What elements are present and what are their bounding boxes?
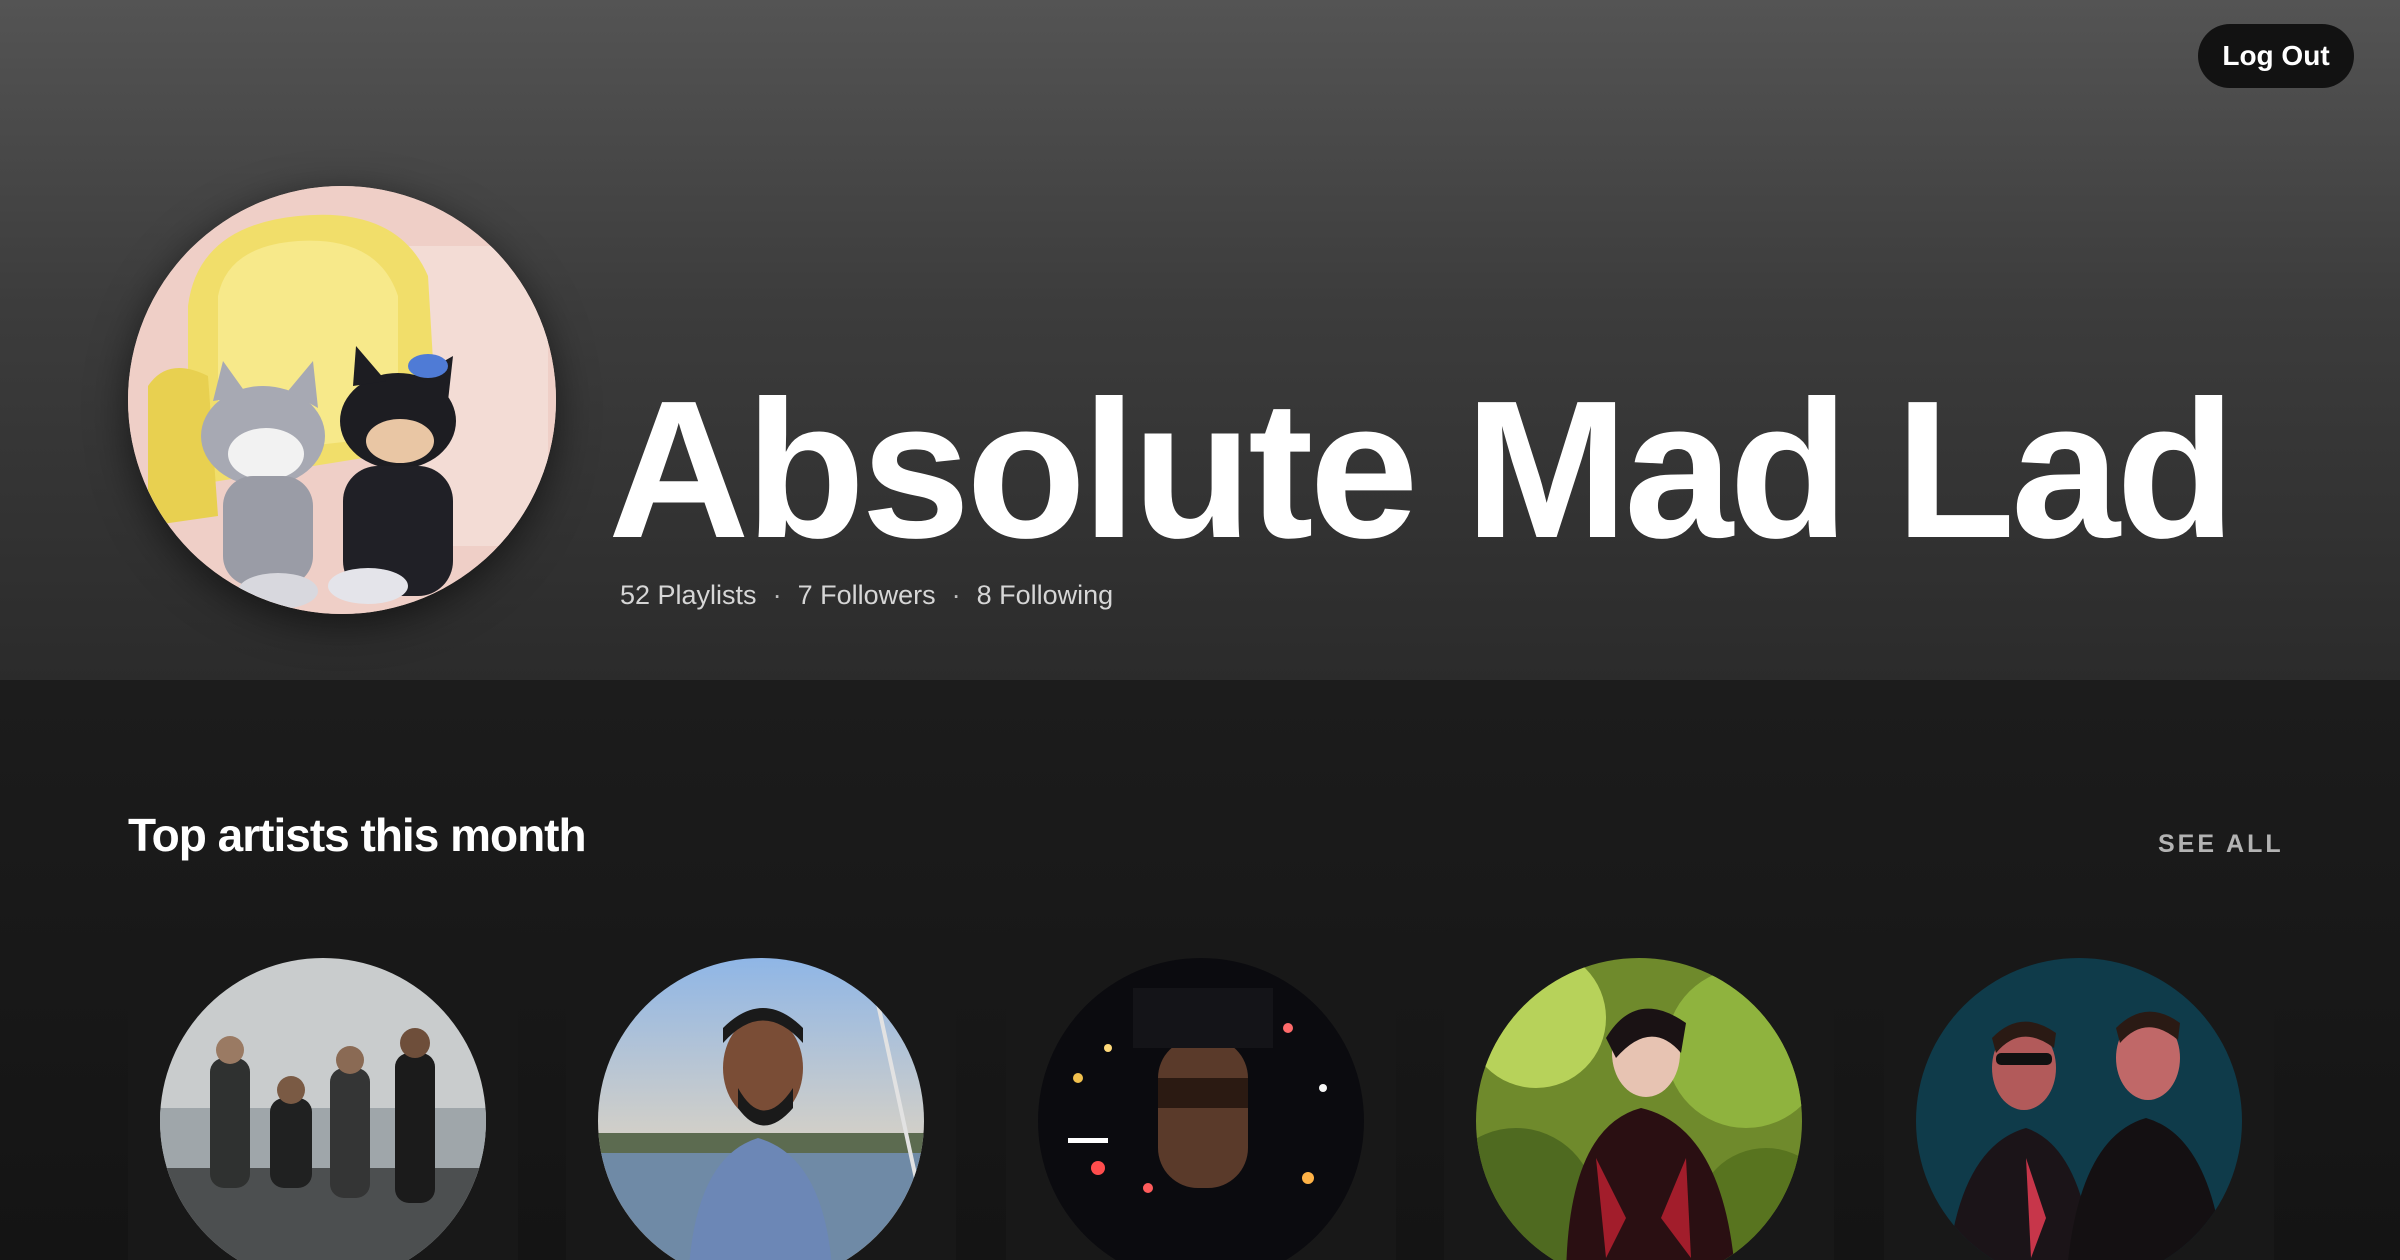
artist-image xyxy=(1476,958,1802,1260)
playlists-count[interactable]: 52 Playlists xyxy=(620,580,757,611)
artist-image xyxy=(160,958,486,1260)
profile-name: Absolute Mad Lad xyxy=(608,360,2236,579)
following-count[interactable]: 8 Following xyxy=(977,580,1114,611)
avatar xyxy=(128,186,556,614)
stats-separator: · xyxy=(951,580,961,610)
artist-image xyxy=(1038,958,1364,1260)
see-all-link[interactable]: SEE ALL xyxy=(2158,830,2284,859)
profile-stats: 52 Playlists · 7 Followers · 8 Following xyxy=(620,580,1113,611)
profile-page: Log Out Absolute Mad Lad 52 Playlists · … xyxy=(0,0,2400,1260)
artist-card[interactable] xyxy=(566,928,956,1260)
artist-card[interactable] xyxy=(1884,928,2274,1260)
artist-image xyxy=(598,958,924,1260)
artist-card[interactable] xyxy=(128,928,518,1260)
artist-image xyxy=(1916,958,2242,1260)
logout-button[interactable]: Log Out xyxy=(2198,24,2354,88)
section-title: Top artists this month xyxy=(128,809,587,861)
artist-card[interactable] xyxy=(1006,928,1396,1260)
artist-card[interactable] xyxy=(1444,928,1834,1260)
stats-separator: · xyxy=(772,580,782,610)
followers-count[interactable]: 7 Followers xyxy=(798,580,936,611)
